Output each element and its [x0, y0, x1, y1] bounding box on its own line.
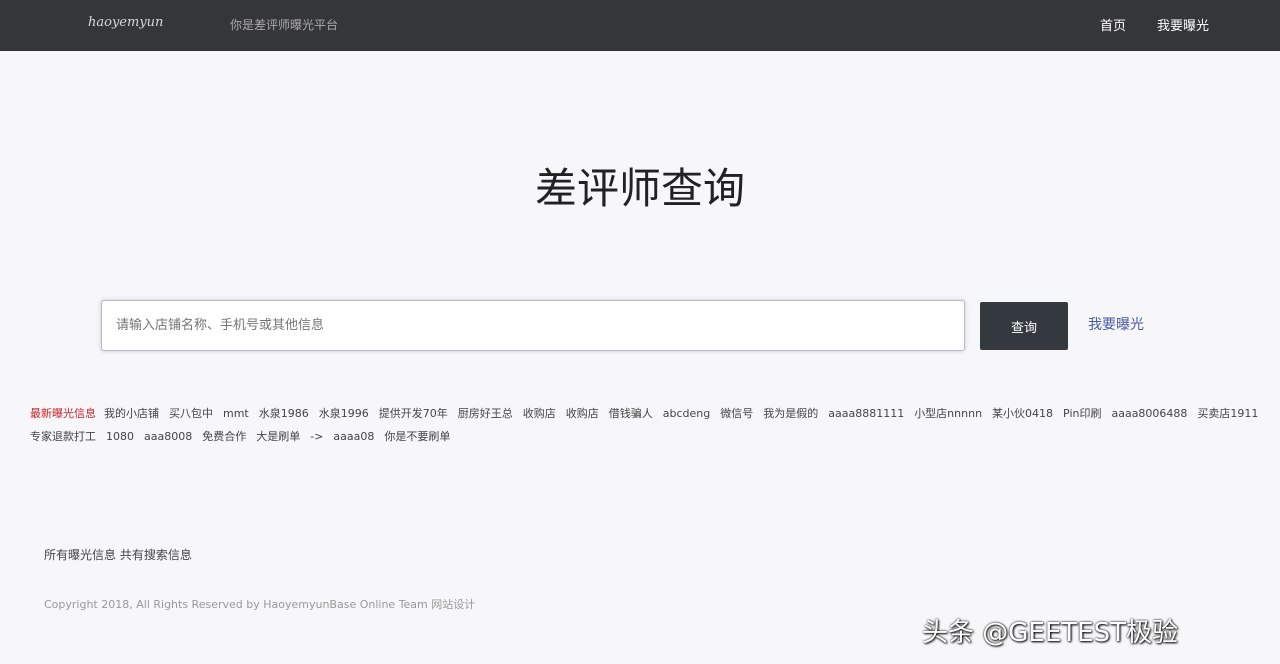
recent-item[interactable]: 水泉1996	[319, 407, 369, 420]
recent-item[interactable]: ->	[310, 430, 323, 443]
recent-item[interactable]: 厨房好王总	[458, 407, 513, 420]
recent-item[interactable]: 收购店	[566, 407, 599, 420]
recent-item[interactable]: 微信号	[720, 407, 753, 420]
page-title: 差评师查询	[0, 155, 1280, 216]
recent-item[interactable]: 提供开发70年	[379, 407, 448, 420]
search-button[interactable]: 查询	[980, 302, 1068, 350]
footer-copyright: Copyright 2018, All Rights Reserved by H…	[44, 596, 475, 612]
brand-logo[interactable]: haoyemyun	[88, 15, 163, 30]
recent-item[interactable]: abcdeng	[663, 407, 710, 420]
recent-exposures: 最新曝光信息我的小店铺买八包中 mmt 水泉1986 水泉1996 提供开发70年厨房好…	[30, 402, 1270, 448]
recent-item[interactable]: 买八包中	[169, 407, 213, 420]
recent-item[interactable]: 借钱骗人	[609, 407, 653, 420]
recent-item[interactable]: 水泉1986	[259, 407, 309, 420]
footer-info: 所有曝光信息 共有搜索信息	[44, 546, 192, 563]
recent-item[interactable]: Pin印刷	[1063, 407, 1101, 420]
nav-expose-link[interactable]: 我要曝光	[1157, 15, 1209, 34]
expose-link[interactable]: 我要曝光	[1088, 314, 1144, 334]
recent-item[interactable]: 小型店nnnnn	[914, 407, 982, 420]
recent-item[interactable]: 1080	[106, 430, 134, 443]
nav-home-link[interactable]: 首页	[1100, 15, 1126, 34]
recent-item[interactable]: aaa8008	[144, 430, 192, 443]
recent-item[interactable]: 免费合作	[202, 430, 246, 443]
recent-item[interactable]: aaaa8006488	[1111, 407, 1187, 420]
top-navbar: haoyemyun 你是差评师曝光平台 首页 我要曝光	[0, 0, 1280, 51]
recent-item[interactable]: 大是刷单	[256, 430, 300, 443]
watermark: 头条 @GEETEST极验	[922, 612, 1178, 649]
recent-item[interactable]: 收购店	[523, 407, 556, 420]
recent-item[interactable]: 某小伙0418	[992, 407, 1053, 420]
recent-item[interactable]: 专家退款打工	[30, 430, 96, 443]
recent-label: 最新曝光信息	[30, 407, 96, 420]
recent-item[interactable]: 我的小店铺	[104, 407, 159, 420]
recent-item[interactable]: mmt	[223, 407, 249, 420]
recent-item[interactable]: 买卖店1911	[1197, 407, 1258, 420]
recent-item[interactable]: aaaa08	[333, 430, 374, 443]
recent-item[interactable]: aaaa8881111	[828, 407, 904, 420]
site-slogan: 你是差评师曝光平台	[230, 16, 338, 33]
recent-item[interactable]: 你是不要刷单	[384, 430, 450, 443]
recent-item[interactable]: 我为是假的	[763, 407, 818, 420]
search-input[interactable]	[101, 300, 965, 351]
